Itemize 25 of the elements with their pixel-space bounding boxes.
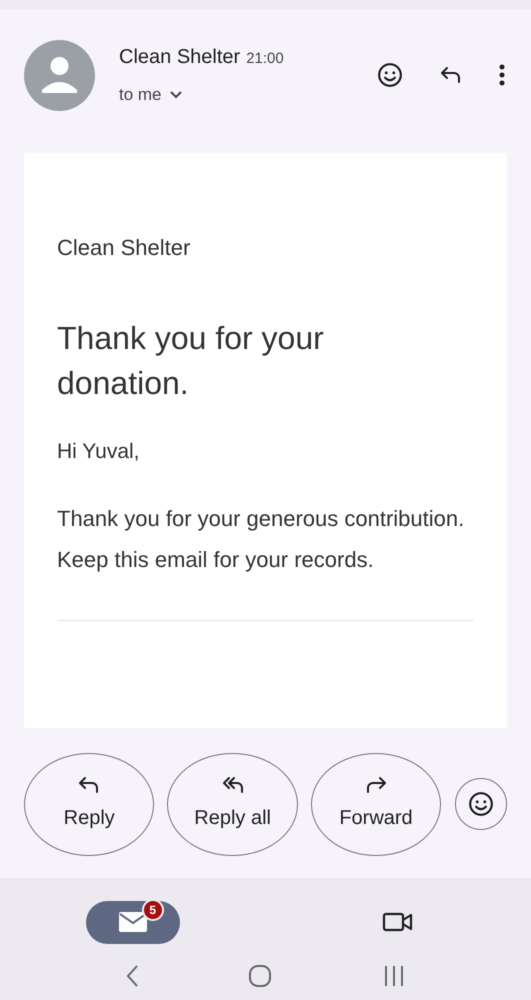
reply-all-icon xyxy=(220,775,245,795)
unread-badge: 5 xyxy=(142,898,164,920)
message-body: Thank you for your generous contribution. Keep this email for your records. xyxy=(57,504,466,574)
mail-tab[interactable]: 5 xyxy=(86,900,180,944)
avatar xyxy=(24,40,95,110)
mail-icon xyxy=(118,911,148,933)
sender-name: Clean Shelter xyxy=(119,45,240,70)
video-camera-icon xyxy=(382,911,414,933)
message-heading: Thank you for your donation. xyxy=(57,319,325,403)
emoji-icon xyxy=(468,791,494,817)
chevron-down-icon xyxy=(170,91,182,99)
reply-all-button[interactable]: Reply all xyxy=(167,752,298,856)
recipient-dropdown[interactable]: to me xyxy=(119,82,373,108)
home-icon[interactable] xyxy=(248,964,272,988)
emoji-icon xyxy=(377,62,403,88)
forward-button[interactable]: Forward xyxy=(310,752,442,856)
reply-button[interactable]: Reply xyxy=(24,752,154,856)
emoji-reaction-button[interactable] xyxy=(455,778,507,830)
more-icon xyxy=(499,64,505,86)
forward-icon xyxy=(364,775,388,795)
back-icon[interactable] xyxy=(124,964,139,988)
organization-name: Clean Shelter xyxy=(57,234,192,262)
reply-icon xyxy=(439,65,463,85)
message-time: 21:00 xyxy=(246,49,284,70)
greeting: Hi Yuval, xyxy=(57,439,140,465)
